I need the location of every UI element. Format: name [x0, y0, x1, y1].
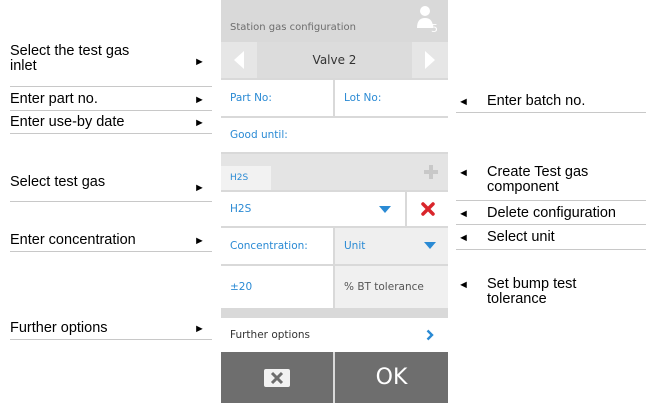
user-icon[interactable]: 5 [416, 4, 440, 35]
arrow-left-icon: ◄ [458, 232, 469, 244]
lot-no-field[interactable]: Lot No: [335, 80, 448, 116]
arrow-right-icon: ► [194, 235, 205, 247]
user-badge: 5 [431, 22, 438, 34]
annotation-batch-no: Enter batch no. [487, 93, 586, 109]
divider [10, 133, 212, 134]
tab-h2s[interactable]: H2S [221, 166, 271, 190]
next-valve-button[interactable] [412, 42, 448, 78]
valve-selector: Valve 2 [221, 42, 448, 78]
divider [456, 200, 646, 201]
arrow-right-icon: ► [194, 56, 205, 68]
cancel-button[interactable] [221, 352, 333, 403]
divider [10, 110, 212, 111]
arrow-left-icon: ◄ [458, 279, 469, 291]
chevron-right-icon [426, 329, 434, 341]
annotation-select-inlet: Select the test gas inlet [10, 43, 130, 74]
arrow-right-icon: ► [194, 323, 205, 335]
annotation-create-component: Create Test gas component [487, 164, 589, 195]
annotation-select-unit: Select unit [487, 229, 555, 245]
add-component-button[interactable] [422, 163, 440, 181]
arrow-left-icon: ◄ [458, 208, 469, 220]
gas-select[interactable]: H2S [221, 192, 405, 226]
chevron-left-icon [234, 51, 244, 69]
delete-config-button[interactable] [407, 192, 448, 226]
annotation-use-by: Enter use-by date [10, 114, 125, 130]
annotation-delete-config: Delete configuration [487, 205, 616, 221]
chevron-down-icon [379, 206, 391, 213]
divider [10, 251, 212, 252]
divider [456, 224, 646, 225]
annotation-test-gas: Select test gas [10, 174, 106, 190]
arrow-right-icon: ► [194, 117, 205, 129]
arrow-left-icon: ◄ [458, 167, 469, 179]
divider [456, 112, 646, 113]
plus-icon [424, 165, 438, 179]
chevron-down-icon [424, 242, 436, 249]
further-options-button[interactable]: Further options [221, 318, 448, 352]
divider [10, 86, 212, 87]
arrow-right-icon: ► [194, 94, 205, 106]
annotation-bump-tolerance: Set bump test tolerance [487, 276, 577, 307]
close-icon [264, 368, 290, 387]
annotation-concentration: Enter concentration [10, 232, 136, 248]
device-screen: Station gas configuration 5 Valve 2 Part… [221, 0, 448, 403]
arrow-left-icon: ◄ [458, 96, 469, 108]
divider [10, 201, 212, 202]
divider [456, 249, 646, 250]
annotation-further-options: Further options [10, 320, 108, 336]
prev-valve-button[interactable] [221, 42, 257, 78]
delete-x-icon [420, 202, 435, 216]
valve-label: Valve 2 [312, 53, 357, 67]
arrow-right-icon: ► [194, 182, 205, 194]
concentration-field[interactable]: Concentration: [221, 228, 333, 264]
unit-select[interactable]: Unit [335, 228, 448, 264]
screen-title: Station gas configuration [230, 22, 356, 33]
annotation-part-no: Enter part no. [10, 91, 98, 107]
tolerance-value-field[interactable]: ±20 [221, 266, 333, 308]
chevron-right-icon [425, 51, 435, 69]
tolerance-label: % BT tolerance [335, 266, 448, 308]
ok-button[interactable]: OK [335, 352, 448, 403]
divider [10, 339, 212, 340]
part-no-field[interactable]: Part No: [221, 80, 333, 116]
good-until-field[interactable]: Good until: [221, 118, 448, 152]
